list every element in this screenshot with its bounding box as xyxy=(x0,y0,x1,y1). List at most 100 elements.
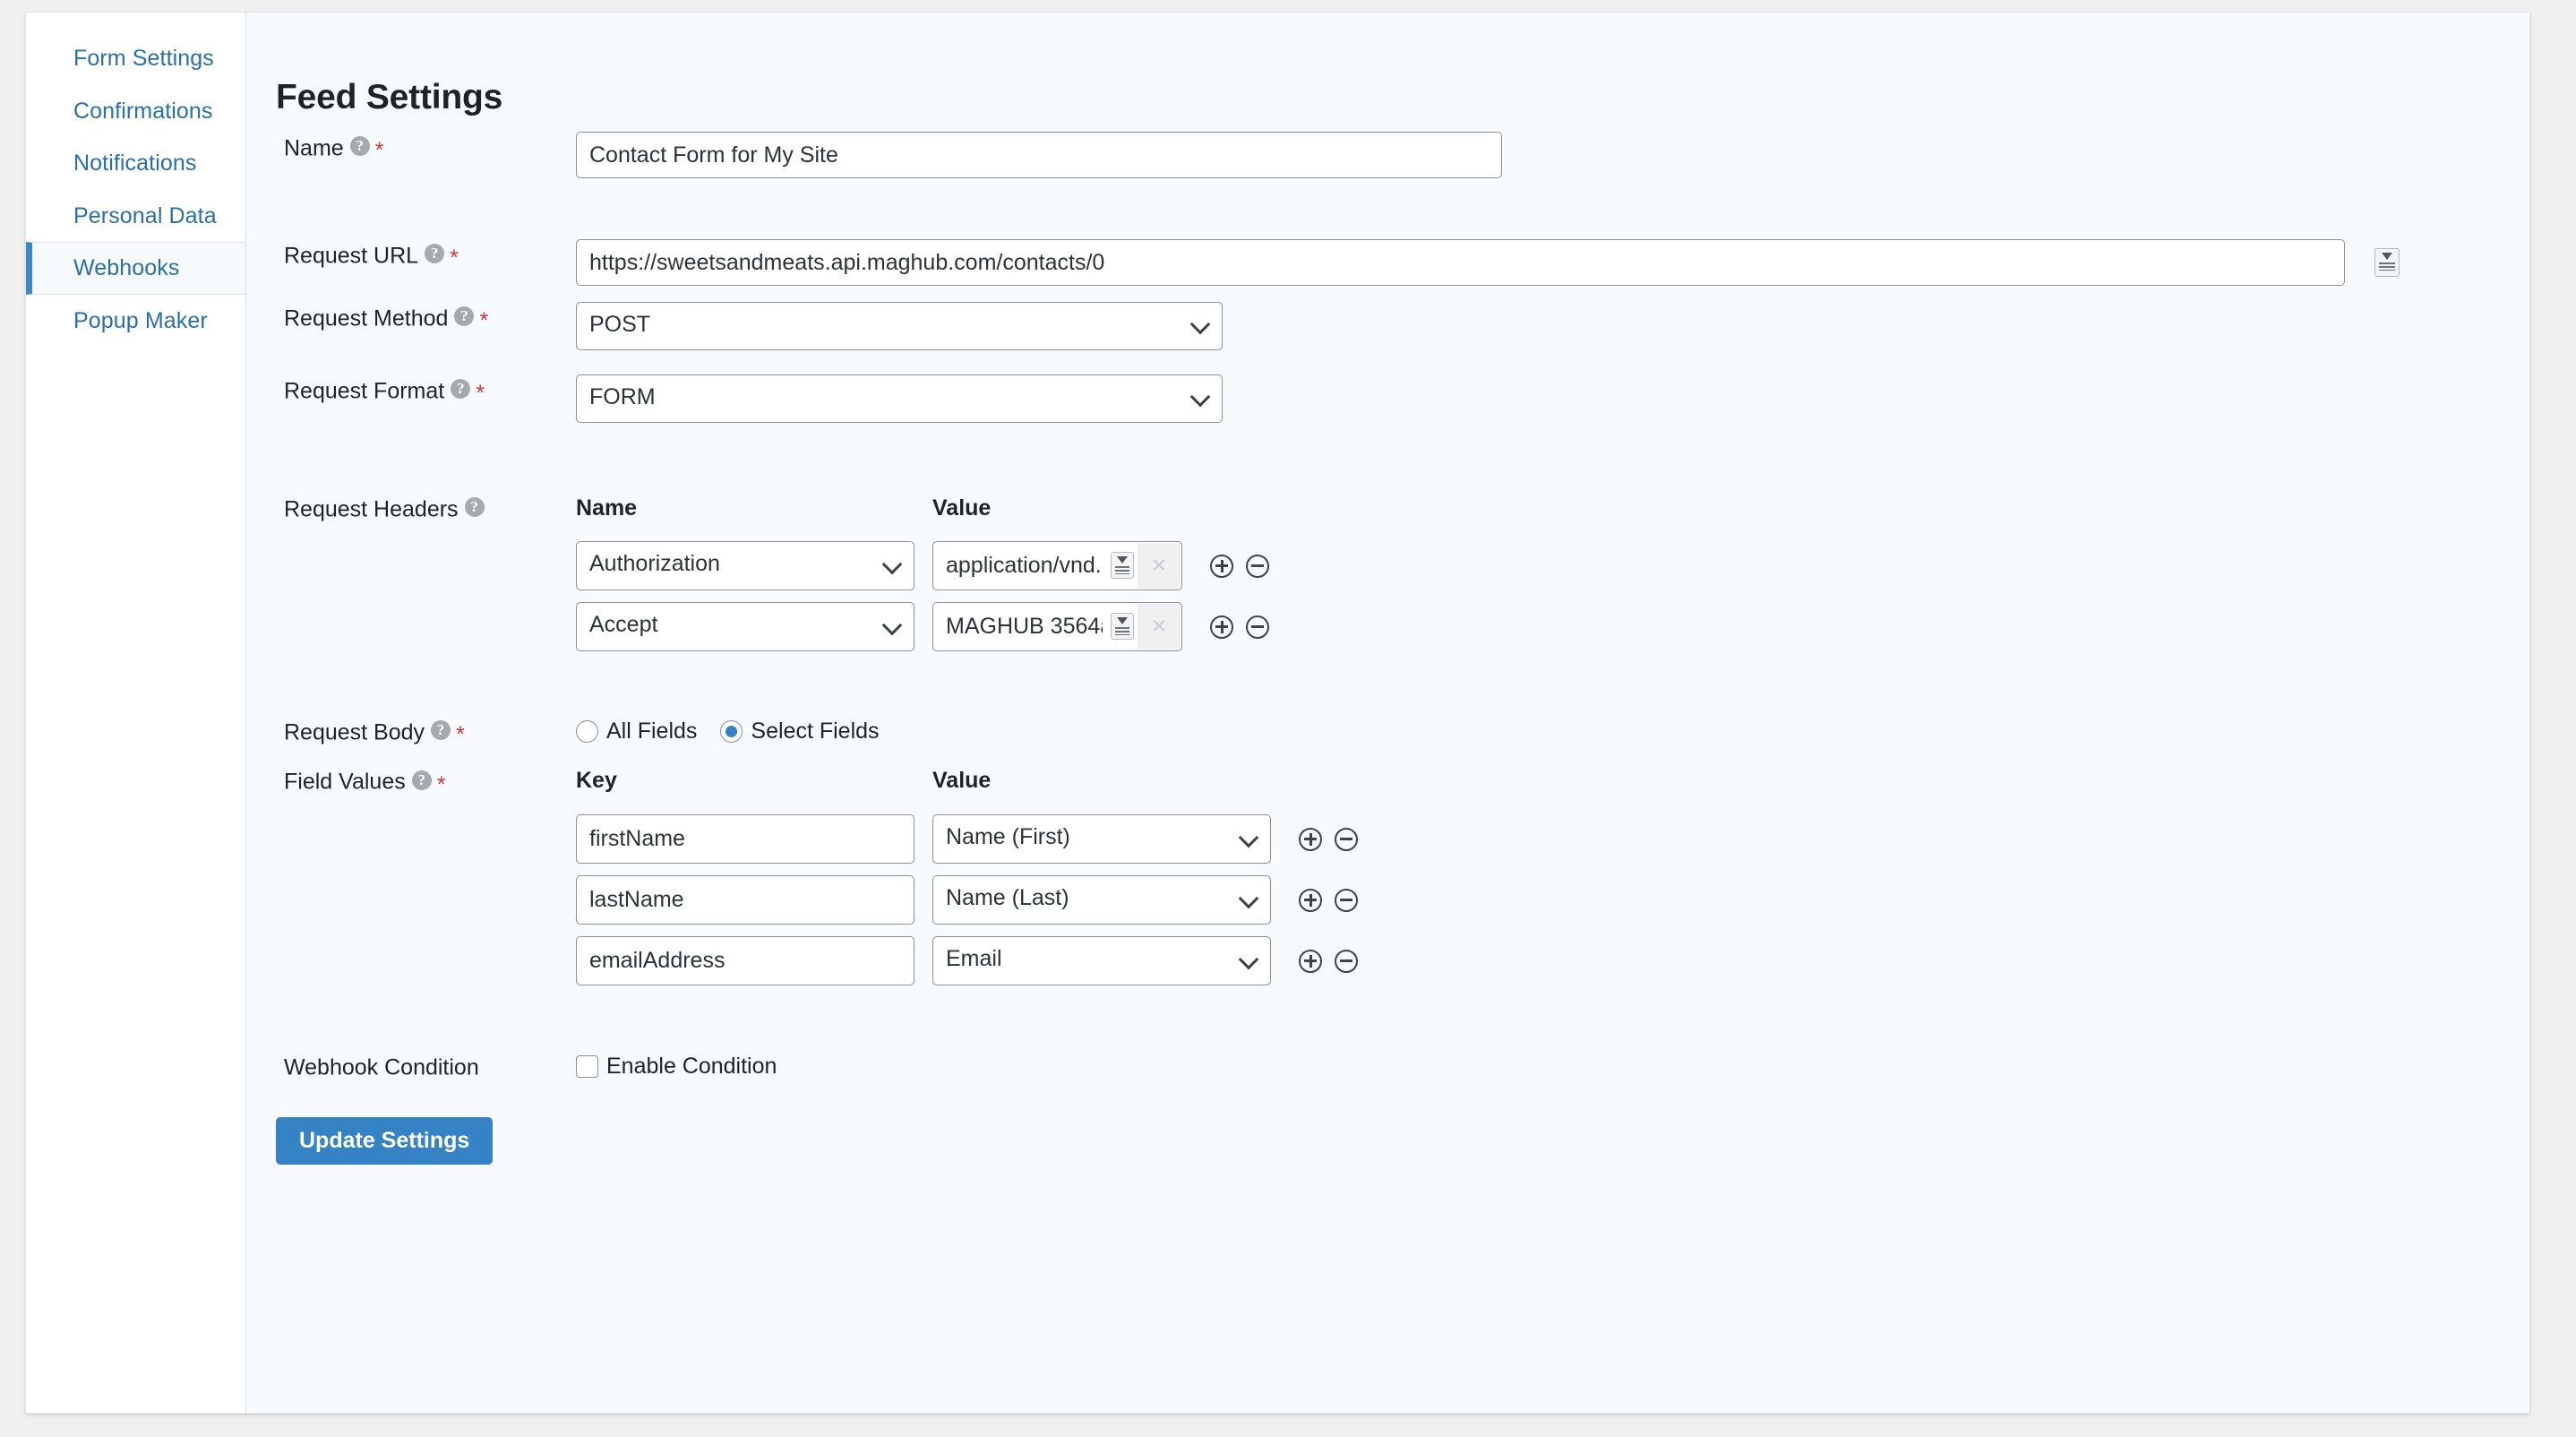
row-name: Name?* xyxy=(246,132,2529,178)
radio-all-fields-label: All Fields xyxy=(606,718,697,744)
settings-panel: Form Settings Confirmations Notification… xyxy=(25,12,2530,1414)
header-name-select-wrap: Authorization xyxy=(576,541,914,590)
field-value-row: Name (Last) xyxy=(576,875,2529,925)
header-value-group: × xyxy=(932,602,1182,651)
row-request-method: Request Method?* POST xyxy=(246,302,2529,350)
headers-col-value: Value xyxy=(932,495,991,521)
label-name: Name?* xyxy=(246,132,576,163)
field-value-select-wrap: Name (Last) xyxy=(932,875,1271,925)
required-marker: * xyxy=(375,138,384,163)
request-method-select-wrap: POST xyxy=(576,302,1223,350)
control-name xyxy=(576,132,2529,178)
header-name-select[interactable]: Authorization xyxy=(576,541,914,590)
label-request-method-text: Request Method xyxy=(284,305,448,331)
field-value-row: Name (First) xyxy=(576,814,2529,864)
label-webhook-condition: Webhook Condition xyxy=(246,1051,576,1082)
label-field-values: Field Values?* xyxy=(246,765,576,796)
radio-select-fields[interactable] xyxy=(720,720,743,743)
remove-row-icon[interactable] xyxy=(1335,889,1358,912)
clear-icon[interactable]: × xyxy=(1138,604,1181,650)
label-request-headers: Request Headers? xyxy=(246,493,576,524)
field-value-row-actions xyxy=(1299,950,1358,973)
control-request-body: All Fields Select Fields xyxy=(576,716,2529,744)
field-value-select[interactable]: Name (Last) xyxy=(932,875,1271,925)
field-key-input[interactable] xyxy=(576,936,914,985)
enable-condition-checkbox[interactable] xyxy=(576,1055,598,1078)
help-icon[interactable]: ? xyxy=(431,720,451,740)
headers-col-name: Name xyxy=(576,495,637,521)
control-request-url xyxy=(576,239,2529,286)
label-name-text: Name xyxy=(284,135,344,160)
sidebar-item-personal-data[interactable]: Personal Data xyxy=(26,190,245,243)
label-request-url: Request URL? * xyxy=(246,239,576,271)
add-row-icon[interactable] xyxy=(1210,555,1233,578)
request-method-select[interactable]: POST xyxy=(576,302,1223,350)
merge-tag-icon[interactable] xyxy=(1111,552,1134,579)
page-title: Feed Settings xyxy=(276,78,502,117)
field-value-select[interactable]: Email xyxy=(932,936,1271,985)
row-request-body: Request Body?* All Fields Select Fields xyxy=(246,716,2529,747)
merge-tag-icon[interactable] xyxy=(1111,613,1134,640)
merge-tag-icon[interactable] xyxy=(2374,248,2400,277)
help-icon[interactable]: ? xyxy=(465,497,485,517)
remove-row-icon[interactable] xyxy=(1246,555,1269,578)
required-marker: * xyxy=(450,245,459,271)
required-marker: * xyxy=(476,381,485,406)
required-marker: * xyxy=(437,772,446,797)
feed-settings-form: Name?* Request URL?* xyxy=(246,132,2529,1165)
control-request-format: FORM xyxy=(576,374,2529,423)
field-value-select-wrap: Email xyxy=(932,936,1271,985)
screen: Form Settings Confirmations Notification… xyxy=(0,0,2576,1437)
help-icon[interactable]: ? xyxy=(425,244,444,263)
help-icon[interactable]: ? xyxy=(412,770,432,790)
radio-all-fields[interactable] xyxy=(576,720,598,743)
add-row-icon[interactable] xyxy=(1299,950,1322,973)
name-input[interactable] xyxy=(576,132,1502,178)
header-value-group: × xyxy=(932,541,1182,590)
add-row-icon[interactable] xyxy=(1210,615,1233,639)
enable-condition-label: Enable Condition xyxy=(606,1054,777,1080)
field-key-input[interactable] xyxy=(576,875,914,925)
row-submit: Update Settings xyxy=(246,1117,2529,1166)
remove-row-icon[interactable] xyxy=(1335,828,1358,851)
main-content: Feed Settings Name?* Request URL?* xyxy=(246,13,2529,1413)
row-field-values: Field Values?* Key Value xyxy=(246,765,2529,985)
remove-row-icon[interactable] xyxy=(1335,950,1358,973)
header-name-select[interactable]: Accept xyxy=(576,602,914,651)
required-marker: * xyxy=(479,308,488,333)
help-icon[interactable]: ? xyxy=(454,306,474,326)
row-request-format: Request Format? * FORM xyxy=(246,374,2529,423)
row-request-headers: Request Headers? Name Value xyxy=(246,493,2529,651)
field-value-select[interactable]: Name (First) xyxy=(932,814,1271,864)
header-row-actions xyxy=(1210,615,1269,639)
add-row-icon[interactable] xyxy=(1299,889,1322,912)
field-value-row: Email xyxy=(576,936,2529,985)
sidebar-item-popup-maker[interactable]: Popup Maker xyxy=(26,295,245,348)
radio-select-fields-label: Select Fields xyxy=(751,718,879,744)
field-values-col-key: Key xyxy=(576,768,617,793)
help-icon[interactable]: ? xyxy=(451,379,470,399)
update-settings-button[interactable]: Update Settings xyxy=(276,1117,493,1166)
add-row-icon[interactable] xyxy=(1299,828,1322,851)
sidebar-item-form-settings[interactable]: Form Settings xyxy=(26,32,245,85)
header-name-select-wrap: Accept xyxy=(576,602,914,651)
label-request-body: Request Body?* xyxy=(246,716,576,747)
remove-row-icon[interactable] xyxy=(1246,615,1269,639)
request-format-select-wrap: FORM xyxy=(576,374,1223,423)
sidebar-item-webhooks[interactable]: Webhooks xyxy=(26,242,245,295)
label-request-url-text: Request URL xyxy=(284,243,418,268)
sidebar-item-confirmations[interactable]: Confirmations xyxy=(26,85,245,138)
label-webhook-condition-text: Webhook Condition xyxy=(284,1055,479,1080)
help-icon[interactable]: ? xyxy=(350,136,370,156)
control-field-values: Key Value Name (First) xyxy=(576,765,2529,985)
sidebar-item-notifications[interactable]: Notifications xyxy=(26,137,245,190)
request-format-select[interactable]: FORM xyxy=(576,374,1223,423)
field-value-select-wrap: Name (First) xyxy=(932,814,1271,864)
field-key-input[interactable] xyxy=(576,814,914,864)
control-request-method: POST xyxy=(576,302,2529,350)
label-request-format-text: Request Format xyxy=(284,378,444,403)
request-url-input[interactable] xyxy=(576,239,2345,286)
label-field-values-text: Field Values xyxy=(284,770,406,795)
clear-icon[interactable]: × xyxy=(1138,543,1181,589)
header-row: Accept × xyxy=(576,602,2529,651)
